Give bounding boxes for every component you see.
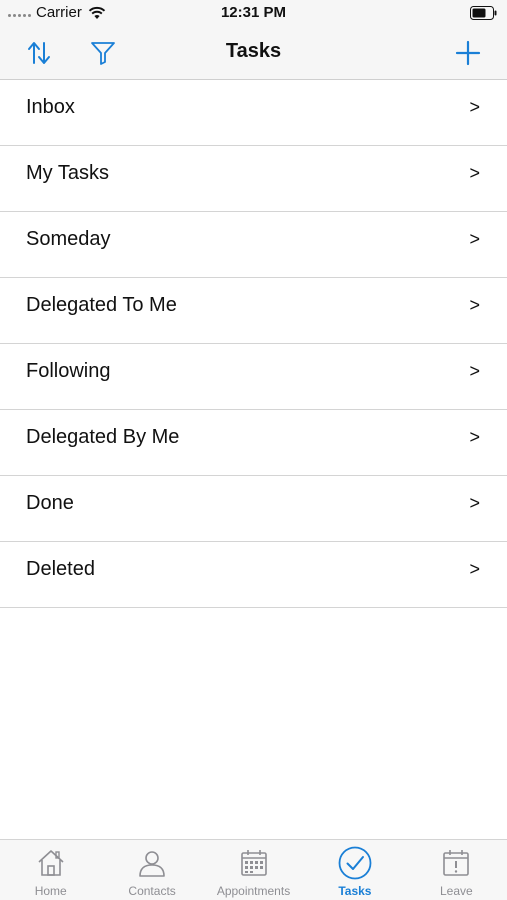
chevron-right-icon: > — [469, 559, 480, 579]
list-item-done[interactable]: Done > — [0, 476, 507, 542]
tab-label: Tasks — [338, 884, 372, 898]
list-item-label: Following — [26, 360, 111, 382]
list-item-inbox[interactable]: Inbox > — [0, 80, 507, 146]
navigation-bar: Tasks — [0, 26, 507, 80]
list-item-my-tasks[interactable]: My Tasks > — [0, 146, 507, 212]
tab-tasks[interactable]: Tasks — [304, 840, 405, 900]
tab-label: Home — [34, 884, 67, 898]
list-item-label: My Tasks — [26, 162, 109, 184]
page-title: Tasks — [225, 40, 282, 62]
list-item-label: Someday — [26, 228, 111, 250]
chevron-right-icon: > — [469, 163, 480, 183]
contact-icon — [139, 851, 165, 877]
calendar-icon — [240, 850, 267, 876]
tab-label: Appointments — [216, 884, 291, 898]
list-item-following[interactable]: Following > — [0, 344, 507, 410]
tab-home[interactable]: Home — [0, 840, 101, 900]
home-icon — [38, 850, 64, 876]
chevron-right-icon: > — [469, 427, 480, 447]
list-item-delegated-by-me[interactable]: Delegated By Me > — [0, 410, 507, 476]
tab-leave[interactable]: Leave — [406, 840, 507, 900]
status-time: 12:31 PM — [220, 4, 287, 21]
battery-icon — [470, 6, 497, 20]
list-item-label: Done — [26, 492, 74, 514]
list-item-label: Inbox — [26, 96, 75, 118]
list-item-label: Deleted — [26, 558, 95, 580]
chevron-right-icon: > — [469, 229, 480, 249]
task-folder-list: Inbox > My Tasks > Someday > Delegated T… — [0, 80, 507, 608]
chevron-right-icon: > — [469, 97, 480, 117]
chevron-right-icon: > — [469, 361, 480, 381]
list-item-label: Delegated To Me — [26, 294, 177, 316]
chevron-right-icon: > — [469, 295, 480, 315]
add-task-button[interactable] — [451, 36, 485, 70]
list-item-someday[interactable]: Someday > — [0, 212, 507, 278]
tab-label: Contacts — [128, 884, 176, 898]
list-item-label: Delegated By Me — [26, 426, 180, 448]
tab-appointments[interactable]: Appointments — [203, 840, 304, 900]
list-item-deleted[interactable]: Deleted > — [0, 542, 507, 608]
list-item-delegated-to-me[interactable]: Delegated To Me > — [0, 278, 507, 344]
status-bar: Carrier 12:31 PM — [0, 0, 507, 26]
tab-contacts[interactable]: Contacts — [101, 840, 202, 900]
plus-icon — [455, 40, 481, 66]
tab-bar: Home Contacts Appointments Tasks Leave — [0, 839, 507, 900]
chevron-right-icon: > — [469, 493, 480, 513]
checkmark-circle-icon — [338, 846, 372, 880]
tab-label: Leave — [439, 884, 473, 898]
calendar-alert-icon — [443, 850, 470, 876]
